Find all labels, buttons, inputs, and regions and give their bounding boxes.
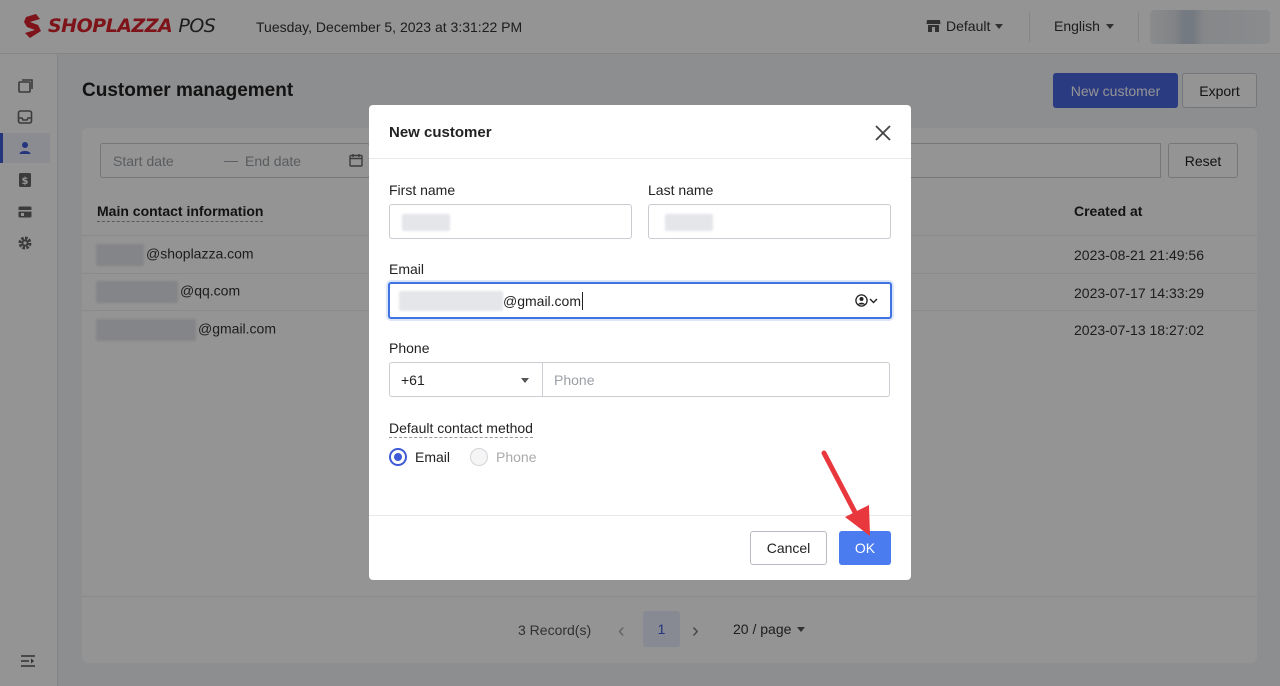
email-label: Email [389, 261, 425, 277]
radio-indicator [470, 448, 488, 466]
chevron-down-icon [869, 298, 878, 303]
account-circle-icon [855, 294, 868, 307]
phone-label: Phone [389, 340, 430, 356]
radio-phone[interactable]: Phone [470, 448, 536, 466]
country-code-select[interactable]: +61 [389, 362, 543, 397]
default-contact-method-label: Default contact method [389, 420, 533, 438]
first-name-label: First name [389, 182, 456, 198]
radio-email[interactable]: Email [389, 448, 450, 466]
chevron-down-icon [521, 378, 529, 383]
redacted-text [402, 214, 450, 231]
first-name-field[interactable] [389, 204, 632, 239]
email-field[interactable]: @gmail.com [388, 282, 892, 319]
dialog-header-divider [369, 158, 911, 159]
annotation-arrow-icon [821, 450, 870, 536]
redacted-text [399, 291, 503, 311]
radio-indicator [389, 448, 407, 466]
country-code-value: +61 [401, 372, 425, 388]
email-value-suffix: @gmail.com [503, 293, 582, 309]
close-icon[interactable] [874, 124, 892, 142]
phone-field[interactable]: Phone [542, 362, 890, 397]
last-name-field[interactable] [648, 204, 891, 239]
radio-phone-label: Phone [496, 449, 537, 465]
dialog-title: New customer [389, 124, 492, 141]
email-value: @gmail.com [399, 291, 584, 311]
redacted-text [665, 214, 713, 231]
autofill-account-button[interactable] [855, 294, 878, 307]
last-name-label: Last name [648, 182, 714, 198]
radio-email-label: Email [415, 449, 451, 465]
phone-placeholder: Phone [554, 372, 595, 388]
text-cursor [582, 292, 584, 310]
